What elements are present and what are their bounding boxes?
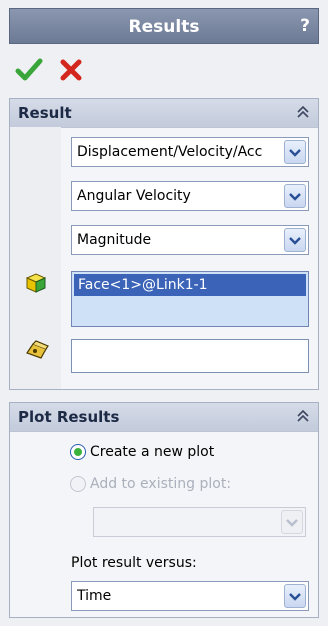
plot-versus-select[interactable]: Time: [71, 581, 309, 611]
cancel-button[interactable]: [58, 56, 84, 84]
double-chevron-up-icon[interactable]: [296, 104, 310, 120]
reference-component-field[interactable]: [71, 339, 309, 373]
chevron-down-icon[interactable]: [284, 584, 306, 608]
result-panel-header[interactable]: Result: [10, 99, 318, 128]
property-manager-titlebar: Results ?: [9, 8, 319, 44]
quantity-select[interactable]: Angular Velocity: [71, 181, 309, 211]
checkmark-icon: [15, 58, 43, 81]
create-new-plot-option[interactable]: Create a new plot: [70, 441, 214, 463]
chevron-down-icon[interactable]: [284, 228, 306, 252]
quantity-value: Angular Velocity: [77, 188, 191, 204]
chevron-down-icon[interactable]: [284, 140, 306, 164]
create-new-plot-label: Create a new plot: [90, 444, 215, 460]
x-icon: [60, 59, 82, 81]
selected-face-item[interactable]: Face<1>@Link1-1: [74, 274, 306, 296]
ok-button[interactable]: [14, 56, 44, 84]
add-to-existing-option: Add to existing plot:: [70, 473, 231, 495]
existing-plot-select: [93, 507, 306, 537]
face-selection-icon: [24, 271, 48, 299]
result-type-select[interactable]: Displacement/Velocity/Acc: [71, 137, 309, 167]
selection-list[interactable]: Face<1>@Link1-1: [71, 271, 309, 327]
plot-versus-value: Time: [77, 588, 112, 604]
double-chevron-up-icon[interactable]: [296, 408, 310, 424]
component-select[interactable]: Magnitude: [71, 225, 309, 255]
plot-results-title: Plot Results: [18, 408, 120, 426]
plot-results-panel: Plot Results Create a new plot Add to ex…: [9, 402, 319, 618]
reference-component-icon: [24, 339, 50, 365]
result-panel-title: Result: [18, 104, 72, 122]
help-icon[interactable]: ?: [300, 16, 310, 36]
chevron-down-icon[interactable]: [284, 184, 306, 208]
plot-results-header[interactable]: Plot Results: [10, 403, 318, 432]
plot-versus-label: Plot result versus:: [71, 555, 197, 571]
add-to-existing-label: Add to existing plot:: [90, 476, 232, 492]
radio-checked-icon[interactable]: [70, 444, 86, 460]
window-title: Results: [128, 17, 200, 37]
chevron-down-icon: [281, 510, 303, 534]
component-value: Magnitude: [77, 232, 152, 248]
result-panel: Result Displacement/Velocity/Acc Angular…: [9, 98, 319, 390]
result-type-value: Displacement/Velocity/Acc: [77, 144, 263, 160]
radio-disabled-icon: [70, 476, 86, 492]
